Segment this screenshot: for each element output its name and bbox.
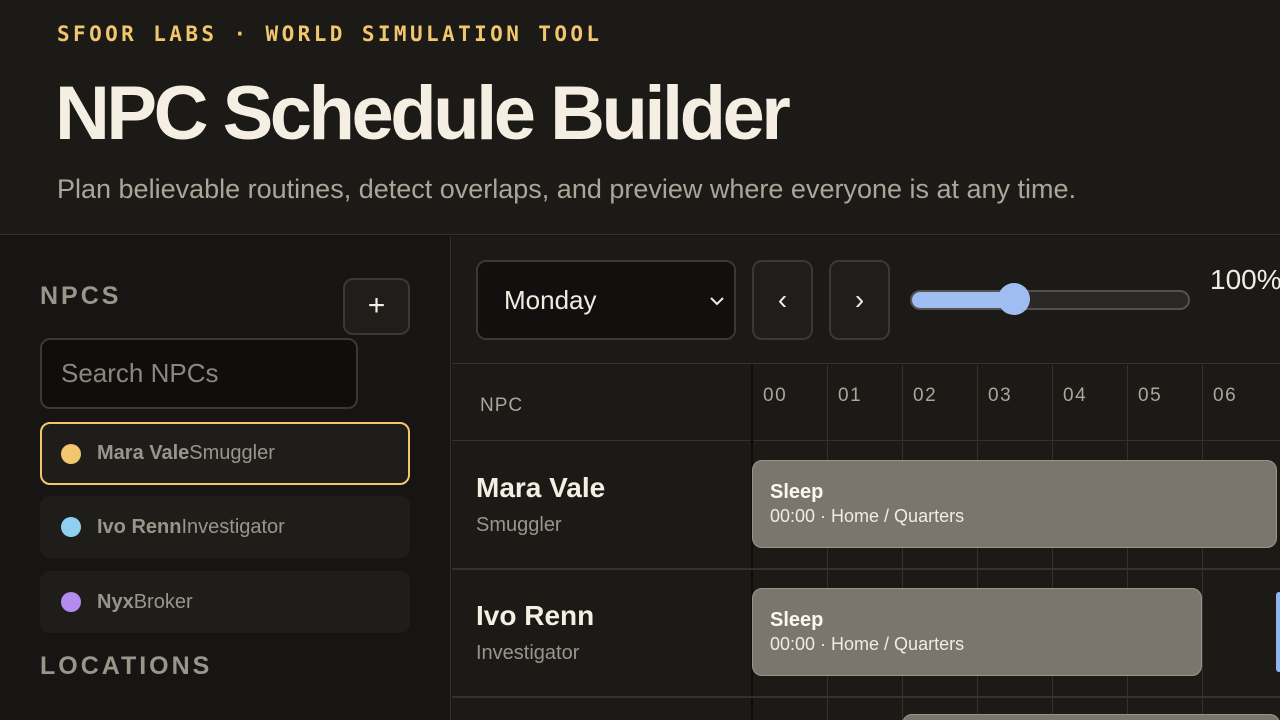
locations-heading: LOCATIONS bbox=[40, 652, 213, 680]
hour-label: 04 bbox=[1063, 385, 1088, 406]
npcs-heading: NPCS bbox=[40, 282, 122, 310]
hour-label: 06 bbox=[1213, 385, 1238, 406]
npc-role: Broker bbox=[133, 590, 193, 613]
hour-label: 05 bbox=[1138, 385, 1163, 406]
hour-label: 01 bbox=[838, 385, 863, 406]
npc-color-dot bbox=[61, 592, 81, 612]
timeline-header: NPC 00 01 02 03 04 05 06 bbox=[452, 365, 1280, 441]
row-npc-name: Mara Vale bbox=[476, 472, 606, 503]
npc-name: Mara Vale bbox=[97, 442, 190, 464]
schedule-row-mara-vale: Mara Vale Smuggler Sleep 00:00 · Home / … bbox=[452, 442, 1280, 570]
add-npc-button[interactable]: + bbox=[343, 278, 410, 335]
npc-name: Nyx bbox=[97, 590, 134, 613]
npc-role: Investigator bbox=[181, 515, 285, 538]
page-title: NPC Schedule Builder bbox=[55, 71, 791, 156]
hour-label: 00 bbox=[763, 385, 788, 406]
npc-list-item-nyx[interactable]: Nyx Broker bbox=[40, 571, 410, 633]
day-select-value: Monday bbox=[504, 285, 597, 315]
schedule-block-edge[interactable] bbox=[1276, 592, 1280, 672]
block-time-location: 00:00 · Home / Quarters bbox=[770, 634, 965, 654]
hour-label: 03 bbox=[988, 385, 1013, 406]
chevron-down-icon bbox=[710, 297, 724, 306]
row-npc-name: Ivo Renn bbox=[476, 600, 595, 631]
npc-list-item-ivo-renn[interactable]: Ivo Renn Investigator bbox=[40, 496, 410, 558]
schedule-panel: Monday ‹ › 100% NPC 00 01 02 03 04 05 06… bbox=[452, 236, 1280, 720]
block-activity: Sleep bbox=[770, 609, 824, 631]
page-subtitle: Plan believable routines, detect overlap… bbox=[57, 174, 1077, 204]
npc-role: Smuggler bbox=[189, 442, 275, 464]
block-time-location: 00:00 · Home / Quarters bbox=[770, 506, 965, 526]
hour-label: 02 bbox=[913, 385, 938, 406]
row-npc-role: Investigator bbox=[476, 642, 580, 664]
npc-column-label: NPC bbox=[480, 395, 524, 416]
zoom-level-label: 100% bbox=[1210, 264, 1280, 295]
sidebar: NPCS + Mara ValeSmuggler Ivo RennInvesti… bbox=[0, 236, 451, 720]
schedule-block-sleep[interactable]: Sleep 00:00 · Home / Quarters bbox=[752, 588, 1202, 676]
previous-day-button[interactable]: ‹ bbox=[752, 260, 813, 340]
schedule-block-partial[interactable] bbox=[902, 714, 1280, 720]
row-npc-role: Smuggler bbox=[476, 514, 562, 536]
npc-list-item-mara-vale[interactable]: Mara Vale Smuggler bbox=[40, 422, 410, 485]
next-day-button[interactable]: › bbox=[829, 260, 890, 340]
npc-color-dot bbox=[61, 517, 81, 537]
search-npcs-input[interactable] bbox=[40, 338, 358, 409]
schedule-block-sleep[interactable]: Sleep 00:00 · Home / Quarters bbox=[752, 460, 1277, 548]
schedule-controls: Monday ‹ › 100% bbox=[452, 236, 1280, 364]
schedule-row-ivo-renn: Ivo Renn Investigator Sleep 00:00 · Home… bbox=[452, 570, 1280, 698]
brand-eyebrow: SFOOR LABS · WORLD SIMULATION TOOL bbox=[57, 22, 603, 46]
day-select[interactable]: Monday bbox=[476, 260, 736, 340]
block-activity: Sleep bbox=[770, 481, 824, 503]
npc-color-dot bbox=[61, 443, 81, 464]
app-header: SFOOR LABS · WORLD SIMULATION TOOL NPC S… bbox=[0, 0, 1280, 235]
npc-name: Ivo Renn bbox=[97, 515, 182, 538]
zoom-slider[interactable] bbox=[910, 283, 1190, 315]
zoom-slider-thumb[interactable] bbox=[998, 283, 1031, 315]
